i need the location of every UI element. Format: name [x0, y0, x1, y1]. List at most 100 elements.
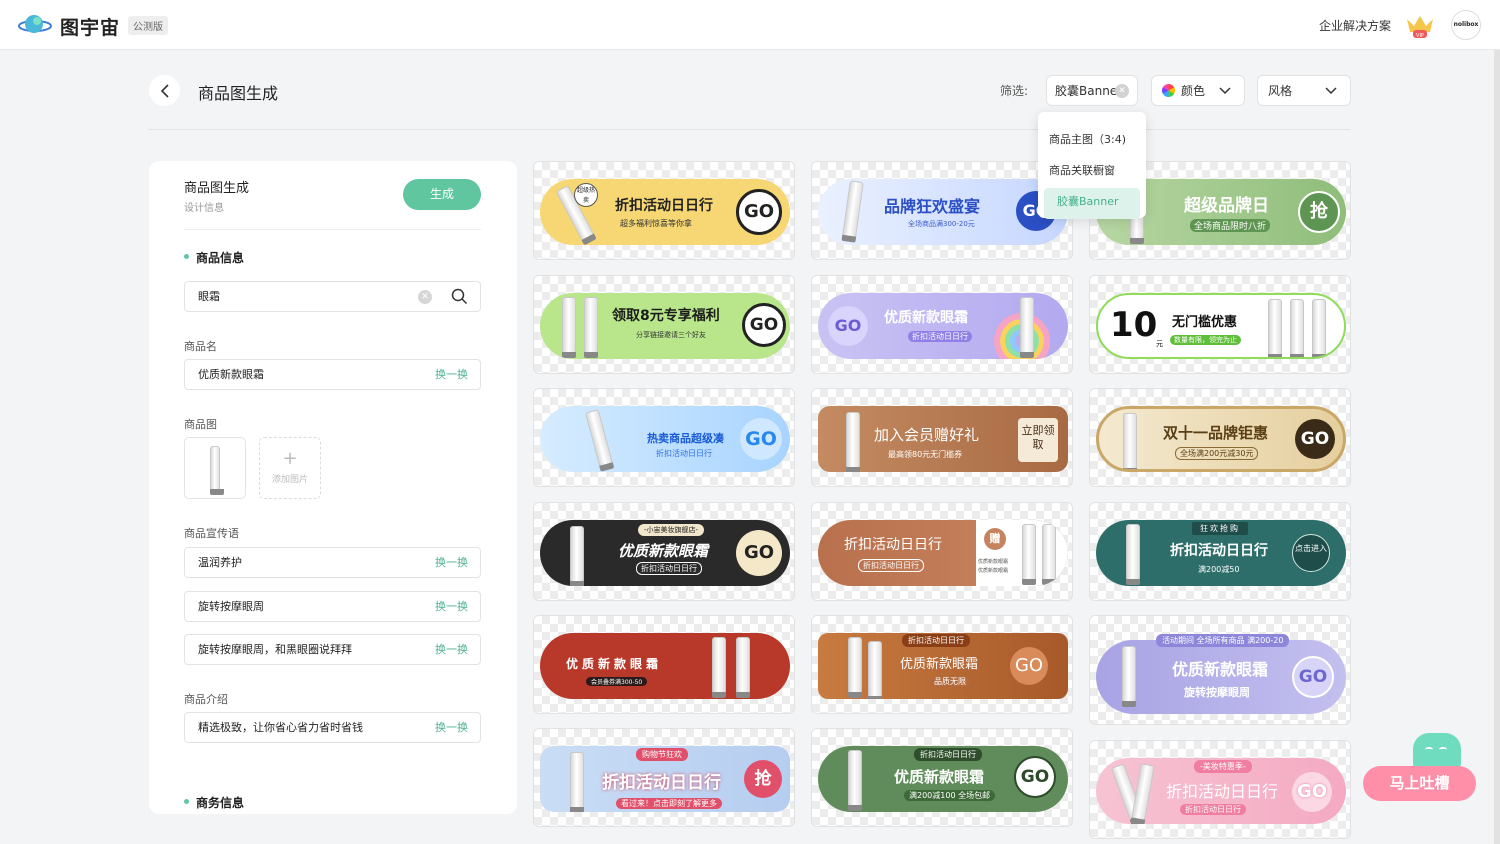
product-tube-image — [1312, 299, 1326, 357]
swap-button[interactable]: 换一换 — [435, 592, 468, 621]
type-filter-select[interactable]: 胶囊Banner ✕ — [1046, 75, 1138, 106]
banner-subtitle: 折扣活动日日行 — [636, 562, 702, 575]
banner-preview: 超级热卖 折扣活动日日行 超多福利惊喜等你拿 GO — [540, 179, 790, 245]
banner-preview: 领取8元专享福利 分享链接邀请三个好友 GO — [540, 293, 790, 359]
slogan-field-3[interactable]: 旋转按摩眼周，和黑眼圈说拜拜 换一换 — [184, 634, 481, 665]
slogan-field-2[interactable]: 旋转按摩眼周 换一换 — [184, 591, 481, 622]
scrollbar[interactable] — [1494, 50, 1500, 844]
clear-search-icon[interactable]: ✕ — [418, 290, 432, 304]
go-badge: GO — [740, 418, 782, 460]
banner-card[interactable]: 超级热卖 折扣活动日日行 超多福利惊喜等你拿 GO — [533, 161, 795, 260]
slogan-value: 温润养护 — [198, 556, 242, 569]
swap-button[interactable]: 换一换 — [435, 360, 468, 389]
banner-subtitle: 全场商品满300-20元 — [908, 220, 975, 228]
banner-card[interactable]: 加入会员赠好礼 最高领80元无门槛券 立即领取 — [811, 388, 1073, 487]
search-icon[interactable] — [451, 288, 468, 305]
coupon-unit: 元 — [1156, 340, 1163, 348]
enterprise-solutions-link[interactable]: 企业解决方案 — [1319, 17, 1391, 34]
back-button[interactable] — [149, 75, 180, 106]
product-name-label: 商品名 — [184, 340, 217, 353]
banner-card[interactable]: -美妆特惠季- 折扣活动日日行 折扣活动日日行 GO — [1089, 740, 1351, 839]
banner-title: 优质新款眼霜 — [566, 657, 663, 671]
top-ribbon: 折扣活动日日行 — [902, 634, 970, 647]
product-tube-image — [848, 750, 862, 811]
banner-title: 折扣活动日日行 — [615, 198, 713, 214]
banner-card[interactable]: 折扣活动日日行 折扣活动日日行 赠 优质新款眼霜 优质新款眼霜 — [811, 502, 1073, 601]
add-image-label: 添加图片 — [271, 475, 308, 485]
banner-subtitle: 全场商品限时八折 — [1190, 219, 1271, 232]
feedback-button[interactable]: 马上吐槽 — [1363, 766, 1476, 801]
product-tube-image — [584, 297, 598, 358]
product-image-thumbnail[interactable] — [184, 437, 246, 499]
swap-button[interactable]: 换一换 — [435, 635, 468, 664]
banner-card[interactable]: 狂欢抢购 折扣活动日日行 满200减50 点击进入 — [1089, 502, 1351, 601]
go-badge: 抢 — [744, 760, 782, 798]
product-name-field[interactable]: 优质新款眼霜 换一换 — [184, 359, 481, 390]
banner-preview: 狂欢抢购 折扣活动日日行 满200减50 点击进入 — [1096, 520, 1346, 586]
add-image-button[interactable]: + 添加图片 — [259, 437, 321, 499]
banner-card[interactable]: 优质新款眼霜 旋转按摩眼周 GO 活动期间 全场所有商品 满200-20 — [1089, 615, 1351, 725]
dropdown-option-capsule-banner[interactable]: 胶囊Banner — [1044, 188, 1140, 219]
banner-card[interactable]: 10 元 无门槛优惠 数量有限，领完为止 — [1089, 275, 1351, 374]
product-search-input[interactable]: 眼霜 ✕ — [184, 281, 481, 312]
product-tube-image — [570, 752, 584, 812]
intro-field[interactable]: 精选极致，让你省心省力省时省钱 换一换 — [184, 712, 481, 743]
header-divider — [148, 129, 1350, 130]
clear-filter-icon[interactable]: ✕ — [1115, 84, 1129, 98]
generate-button[interactable]: 生成 — [403, 179, 481, 210]
banner-card[interactable]: 优质新款眼霜 会员叠券满300-50 — [533, 615, 795, 714]
vip-crown-icon[interactable]: VIP — [1404, 13, 1436, 39]
banner-title: 折扣活动日日行 — [602, 773, 721, 793]
banner-card[interactable]: GO 优质新款眼霜 折扣活动日日行 — [811, 275, 1073, 374]
settings-panel: 商品图生成 设计信息 生成 商品信息 眼霜 ✕ 商品名 优质新款眼霜 换一换 商… — [149, 161, 517, 814]
banner-card[interactable]: 购物节狂欢 折扣活动日日行 看过来！点击即刻了解更多 抢 — [533, 728, 795, 827]
brand-name[interactable]: 图宇宙 — [60, 13, 120, 40]
search-value: 眼霜 — [198, 290, 220, 303]
section-product-info: 商品信息 — [184, 249, 244, 266]
product-tube-image — [848, 637, 862, 698]
banner-card[interactable]: 热卖商品超级凑 折扣活动日日行 GO — [533, 388, 795, 487]
banner-card[interactable]: 折扣活动日日行 优质新款眼霜 品质无限 GO — [811, 615, 1073, 714]
banner-preview: 优质新款眼霜 旋转按摩眼周 GO — [1096, 640, 1346, 714]
product-tube-image — [1022, 524, 1036, 585]
color-filter-label: 颜色 — [1181, 84, 1206, 98]
color-filter-select[interactable]: 颜色 — [1151, 75, 1245, 106]
banner-subtitle: 全场满200元减30元 — [1175, 447, 1259, 460]
banner-preview: 购物节狂欢 折扣活动日日行 看过来！点击即刻了解更多 抢 — [540, 746, 790, 812]
coupon-amount: 10 — [1110, 305, 1158, 345]
top-nav: 图宇宙 公测版 企业解决方案 VIP nolibox — [0, 0, 1500, 50]
banner-title: 超级品牌日 — [1184, 196, 1269, 216]
section-business-info: 商务信息 — [184, 794, 244, 811]
product-image-label: 商品图 — [184, 418, 217, 431]
tag-line-2: 优质新款眼霜 — [978, 568, 1009, 574]
style-filter-select[interactable]: 风格 — [1257, 75, 1351, 106]
banner-subtitle: 满200减100 全场包邮 — [904, 790, 996, 801]
user-avatar[interactable]: nolibox — [1451, 10, 1481, 40]
banner-title: 品牌狂欢盛宴 — [884, 197, 981, 216]
dropdown-option-main-image[interactable]: 商品主图（3:4) — [1038, 126, 1146, 157]
go-badge: GO — [1292, 656, 1334, 698]
banner-title: 优质新款眼霜 — [1172, 660, 1269, 679]
banner-subtitle: 超多福利惊喜等你拿 — [620, 219, 692, 228]
product-tube-image — [1042, 524, 1056, 585]
banner-card[interactable]: -小宙美妆旗舰店- 优质新款眼霜 折扣活动日日行 GO — [533, 502, 795, 601]
swap-button[interactable]: 换一换 — [435, 713, 468, 742]
banner-card[interactable]: 领取8元专享福利 分享链接邀请三个好友 GO — [533, 275, 795, 374]
slogan-field-1[interactable]: 温润养护 换一换 — [184, 547, 481, 578]
go-badge: GO — [742, 303, 786, 347]
banner-title: 优质新款眼霜 — [618, 542, 709, 560]
dropdown-option-related-window[interactable]: 商品关联橱窗 — [1038, 157, 1146, 188]
banner-preview: 折扣活动日日行 优质新款眼霜 品质无限 GO — [818, 633, 1068, 699]
swap-button[interactable]: 换一换 — [435, 548, 468, 577]
banner-preview: 10 元 无门槛优惠 数量有限，领完为止 — [1096, 293, 1346, 359]
planet-logo-icon[interactable] — [18, 12, 52, 38]
product-tube-image — [868, 641, 882, 699]
banner-card[interactable]: 品牌狂欢盛宴 全场商品满300-20元 GO — [811, 161, 1073, 260]
banner-title: 优质新款眼霜 — [884, 310, 968, 326]
type-filter-value: 胶囊Banner — [1055, 84, 1123, 98]
banner-card[interactable]: 折扣活动日日行 优质新款眼霜 满200减100 全场包邮 GO — [811, 728, 1073, 827]
product-tube-image — [584, 409, 614, 467]
banner-card[interactable]: 双十一品牌钜惠 全场满200元减30元 GO — [1089, 388, 1351, 487]
banner-subtitle: 分享链接邀请三个好友 — [636, 331, 706, 339]
slogan-value: 旋转按摩眼周，和黑眼圈说拜拜 — [198, 643, 352, 656]
